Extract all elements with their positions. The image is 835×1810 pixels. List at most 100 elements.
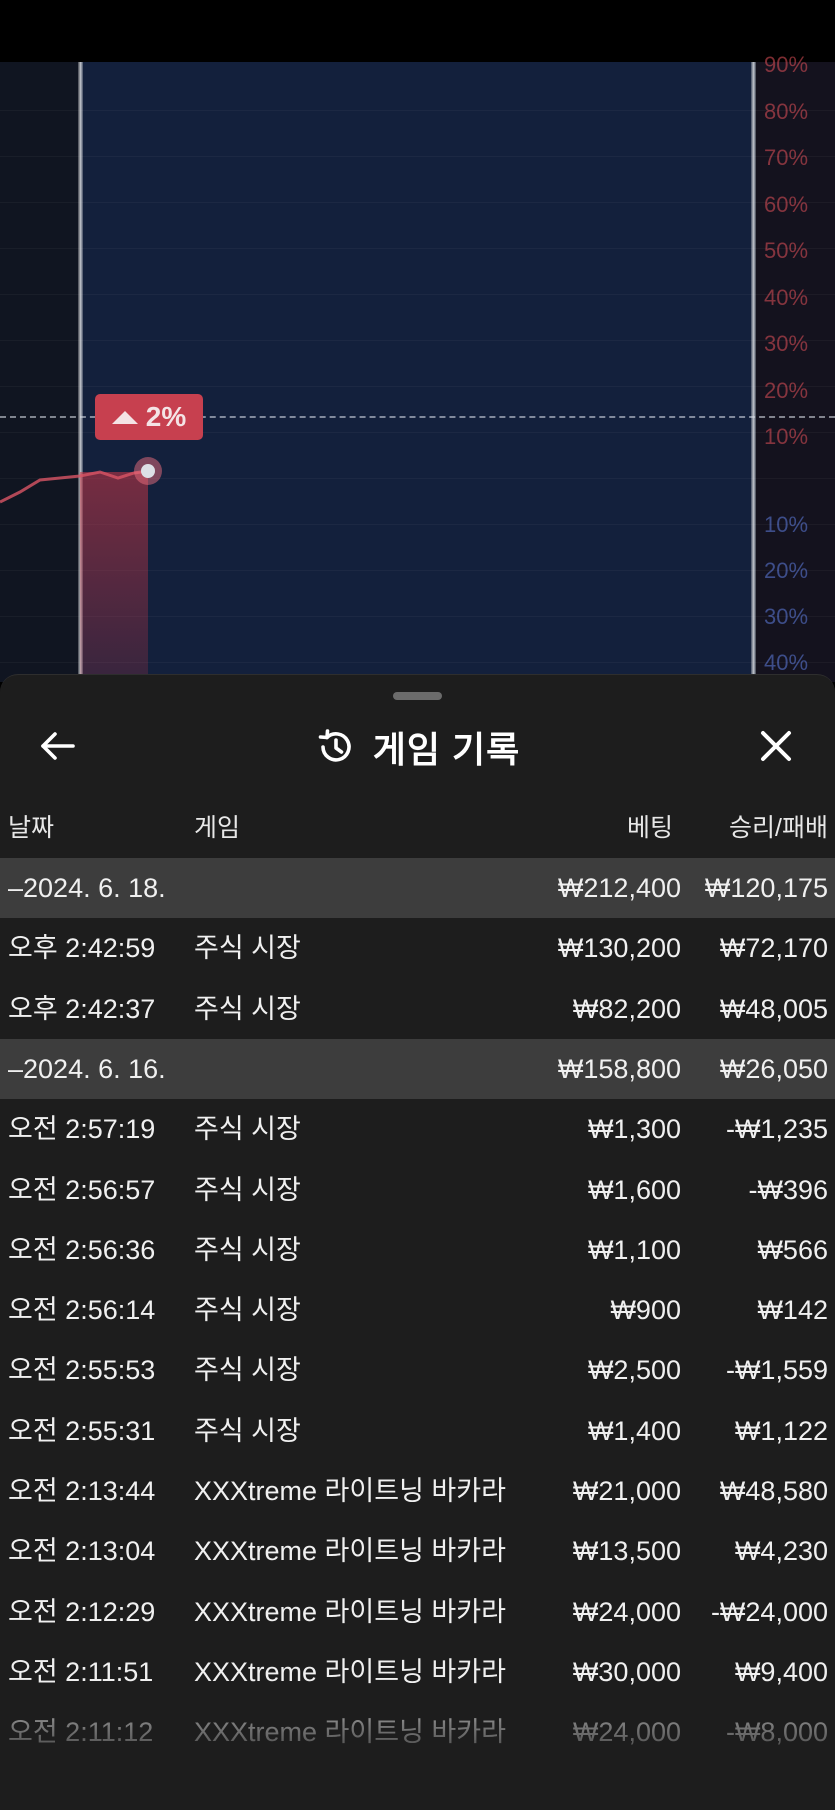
row-game: 주식 시장 bbox=[194, 993, 301, 1024]
table-row: 오전 2:55:53 주식 시장 ₩2,500 -₩1,559 bbox=[0, 1340, 835, 1400]
row-time: 오전 2:56:36 bbox=[8, 1234, 156, 1265]
table-row: 오전 2:11:51 XXXtreme 라이트닝 바카라 ₩30,000 ₩9,400 bbox=[0, 1642, 835, 1702]
row-bet: ₩1,400 bbox=[587, 1415, 681, 1446]
row-time: 오전 2:55:53 bbox=[8, 1355, 156, 1386]
date-group-row: –2024. 6. 18. ₩212,400 ₩120,175 bbox=[0, 858, 835, 918]
row-game: 주식 시장 bbox=[194, 1415, 301, 1446]
column-header-date: 날짜 bbox=[8, 814, 55, 842]
row-result: ₩26,050 bbox=[719, 1053, 828, 1084]
row-bet: ₩82,200 bbox=[572, 993, 681, 1024]
row-time: 오전 2:11:12 bbox=[8, 1717, 154, 1748]
percent-label-up: 10% bbox=[764, 424, 809, 449]
row-game: 주식 시장 bbox=[194, 1234, 301, 1265]
percent-label-up: 60% bbox=[764, 191, 809, 217]
percent-label-up: 30% bbox=[764, 331, 809, 356]
row-result: -₩396 bbox=[748, 1174, 828, 1205]
row-time: 오전 2:55:31 bbox=[8, 1415, 156, 1446]
column-header-bet: 베팅 bbox=[626, 814, 673, 842]
row-game: XXXtreme 라이트닝 바카라 bbox=[194, 1476, 506, 1506]
window-end-line bbox=[751, 62, 756, 682]
close-button[interactable] bbox=[754, 724, 798, 768]
sheet-title-group: 게임 기록 bbox=[0, 711, 835, 783]
percent-label-up: 40% bbox=[764, 284, 809, 310]
row-time: 오전 2:56:57 bbox=[8, 1174, 156, 1205]
table-row: 오전 2:56:14 주식 시장 ₩900 ₩142 bbox=[0, 1280, 835, 1340]
column-header-result: 승리/패배 bbox=[729, 814, 828, 842]
row-result: ₩48,005 bbox=[719, 993, 828, 1024]
row-bet: ₩30,000 bbox=[572, 1656, 681, 1687]
percent-label-up: 20% bbox=[764, 377, 809, 403]
row-time: 오전 2:12:29 bbox=[8, 1596, 156, 1627]
table-row: 오전 2:56:57 주식 시장 ₩1,600 -₩396 bbox=[0, 1160, 835, 1220]
change-badge-value: 2% bbox=[145, 401, 187, 432]
row-time: –2024. 6. 16. bbox=[8, 1053, 166, 1084]
price-line bbox=[0, 469, 149, 504]
column-header-game: 게임 bbox=[194, 814, 241, 842]
date-group-row: –2024. 6. 16. ₩158,800 ₩26,050 bbox=[0, 1038, 835, 1099]
status-bar bbox=[0, 0, 835, 62]
row-game: 주식 시장 bbox=[194, 1355, 301, 1386]
row-bet: ₩24,000 bbox=[572, 1717, 681, 1748]
row-result: ₩566 bbox=[757, 1234, 828, 1265]
table-row: 오전 2:13:44 XXXtreme 라이트닝 바카라 ₩21,000 ₩48,58… bbox=[0, 1461, 835, 1521]
percent-label-down: 40% bbox=[764, 650, 809, 675]
row-bet: ₩24,000 bbox=[572, 1596, 681, 1627]
row-result: -₩8,000 bbox=[725, 1717, 828, 1748]
row-result: -₩1,559 bbox=[725, 1355, 828, 1386]
table-row: 오전 2:13:04 XXXtreme 라이트닝 바카라 ₩13,500 ₩4,230 bbox=[0, 1521, 835, 1581]
sheet-title: 게임 기록 bbox=[372, 729, 521, 770]
row-bet: ₩13,500 bbox=[572, 1536, 681, 1567]
percent-label-down: 20% bbox=[764, 558, 809, 583]
row-bet: ₩900 bbox=[610, 1295, 681, 1326]
table-row: 오후 2:42:37 주식 시장 ₩82,200 ₩48,005 bbox=[0, 979, 835, 1039]
row-time: 오전 2:56:14 bbox=[8, 1295, 156, 1326]
table-row: 오전 2:11:12 XXXtreme 라이트닝 바카라 ₩24,000 -₩8,00… bbox=[0, 1702, 835, 1762]
history-clock-icon bbox=[318, 729, 351, 762]
row-result: ₩9,400 bbox=[734, 1656, 828, 1687]
row-time: 오후 2:42:59 bbox=[8, 933, 156, 964]
row-time: 오전 2:13:44 bbox=[8, 1476, 156, 1506]
row-result: -₩1,235 bbox=[725, 1114, 828, 1145]
table-row: 오후 2:42:59 주식 시장 ₩130,200 ₩72,170 bbox=[0, 918, 835, 978]
percent-label-down: 30% bbox=[764, 604, 809, 629]
row-bet: ₩1,300 bbox=[587, 1114, 681, 1145]
row-bet: ₩21,000 bbox=[572, 1476, 681, 1506]
row-game: 주식 시장 bbox=[194, 1295, 301, 1326]
row-result: ₩4,230 bbox=[734, 1536, 828, 1567]
back-button[interactable] bbox=[36, 724, 80, 768]
price-marker bbox=[134, 457, 162, 485]
table-row: 오전 2:12:29 XXXtreme 라이트닝 바카라 ₩24,000 -₩24,0… bbox=[0, 1582, 835, 1642]
percent-label-up: 90% bbox=[764, 52, 809, 77]
table-row: 오전 2:56:36 주식 시장 ₩1,100 ₩566 bbox=[0, 1220, 835, 1280]
row-result: ₩48,580 bbox=[719, 1476, 828, 1506]
drag-handle[interactable] bbox=[393, 692, 442, 700]
triangle-up-icon bbox=[111, 410, 138, 424]
percent-label-up: 70% bbox=[764, 145, 809, 170]
table-row: 오전 2:55:31 주식 시장 ₩1,400 ₩1,122 bbox=[0, 1401, 835, 1461]
sheet-header: 게임 기록 bbox=[0, 711, 835, 783]
close-icon bbox=[761, 731, 791, 761]
row-bet: ₩1,100 bbox=[587, 1234, 681, 1265]
row-game: XXXtreme 라이트닝 바카라 bbox=[194, 1717, 506, 1748]
row-time: 오전 2:57:19 bbox=[8, 1114, 156, 1145]
change-badge: 2% bbox=[95, 394, 203, 440]
table-row: 오전 2:57:19 주식 시장 ₩1,300 -₩1,235 bbox=[0, 1099, 835, 1159]
row-bet: ₩1,600 bbox=[587, 1174, 681, 1205]
row-time: 오후 2:42:37 bbox=[8, 993, 156, 1024]
arrow-left-icon bbox=[41, 732, 75, 760]
row-result: -₩24,000 bbox=[710, 1596, 828, 1627]
row-bet: ₩158,800 bbox=[557, 1053, 681, 1084]
row-result: ₩120,175 bbox=[704, 873, 828, 903]
row-game: XXXtreme 라이트닝 바카라 bbox=[194, 1596, 506, 1627]
percent-label-down: 10% bbox=[764, 512, 809, 537]
row-game: 주식 시장 bbox=[194, 1114, 301, 1145]
row-bet: ₩130,200 bbox=[557, 933, 681, 964]
row-bet: ₩2,500 bbox=[587, 1355, 681, 1386]
row-bet: ₩212,400 bbox=[557, 873, 681, 903]
percent-label-up: 80% bbox=[764, 98, 809, 124]
row-result: ₩1,122 bbox=[734, 1415, 828, 1446]
row-time: 오전 2:13:04 bbox=[8, 1536, 156, 1567]
chart-betting-window bbox=[80, 62, 755, 682]
row-time: 오전 2:11:51 bbox=[8, 1656, 154, 1687]
row-game: XXXtreme 라이트닝 바카라 bbox=[194, 1656, 506, 1687]
